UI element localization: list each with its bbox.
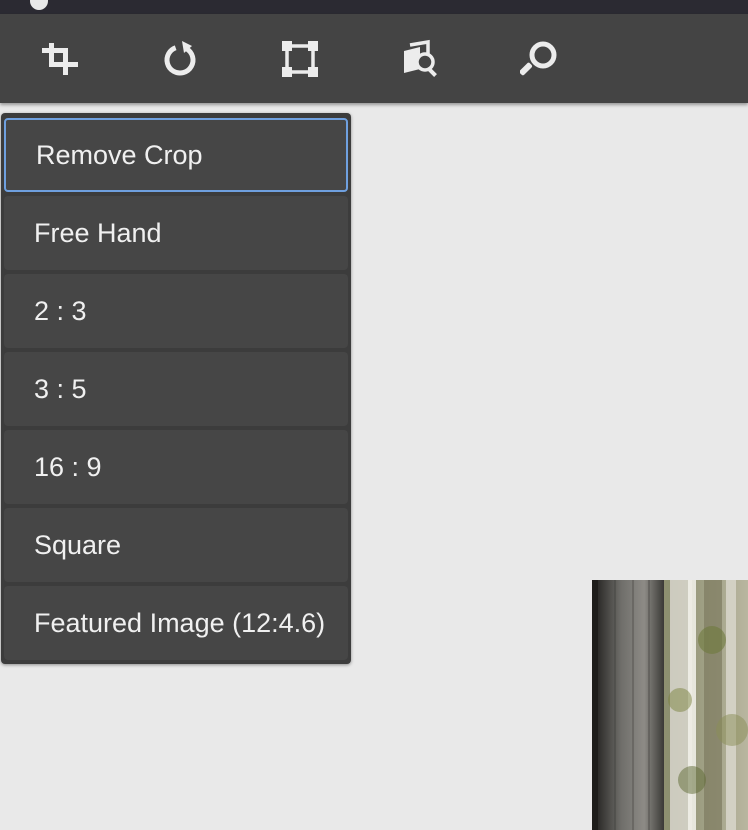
transform-tool-button[interactable] bbox=[280, 34, 320, 84]
crop-icon bbox=[40, 39, 80, 79]
menu-item-ratio-16-9[interactable]: 16 : 9 bbox=[4, 430, 348, 504]
menu-item-label: Square bbox=[34, 529, 122, 560]
window-top-bar bbox=[0, 0, 748, 14]
transform-icon bbox=[280, 39, 320, 79]
rotate-icon bbox=[160, 39, 200, 79]
menu-item-ratio-3-5[interactable]: 3 : 5 bbox=[4, 352, 348, 426]
menu-item-label: Featured Image (12:4.6) bbox=[34, 607, 326, 638]
rotate-tool-button[interactable] bbox=[160, 34, 200, 84]
menu-item-free-hand[interactable]: Free Hand bbox=[4, 196, 348, 270]
image-editor-toolbar bbox=[0, 14, 748, 103]
forest-photo bbox=[592, 580, 748, 830]
menu-item-label: 16 : 9 bbox=[34, 451, 102, 482]
menu-item-label: 2 : 3 bbox=[34, 295, 87, 326]
menu-item-ratio-2-3[interactable]: 2 : 3 bbox=[4, 274, 348, 348]
crop-options-menu: Remove Crop Free Hand 2 : 3 3 : 5 16 : 9… bbox=[1, 113, 351, 664]
map-preview-tool-button[interactable] bbox=[400, 34, 440, 84]
menu-item-remove-crop[interactable]: Remove Crop bbox=[4, 118, 348, 192]
menu-item-label: Remove Crop bbox=[36, 139, 203, 170]
menu-item-square[interactable]: Square bbox=[4, 508, 348, 582]
map-preview-icon bbox=[400, 39, 440, 79]
menu-item-label: 3 : 5 bbox=[34, 373, 87, 404]
search-icon bbox=[520, 39, 560, 79]
window-control-dot bbox=[30, 0, 48, 10]
search-tool-button[interactable] bbox=[520, 34, 560, 84]
image-preview bbox=[592, 580, 748, 830]
menu-item-featured-image[interactable]: Featured Image (12:4.6) bbox=[4, 586, 348, 660]
crop-tool-button[interactable] bbox=[40, 34, 80, 84]
menu-item-label: Free Hand bbox=[34, 217, 162, 248]
